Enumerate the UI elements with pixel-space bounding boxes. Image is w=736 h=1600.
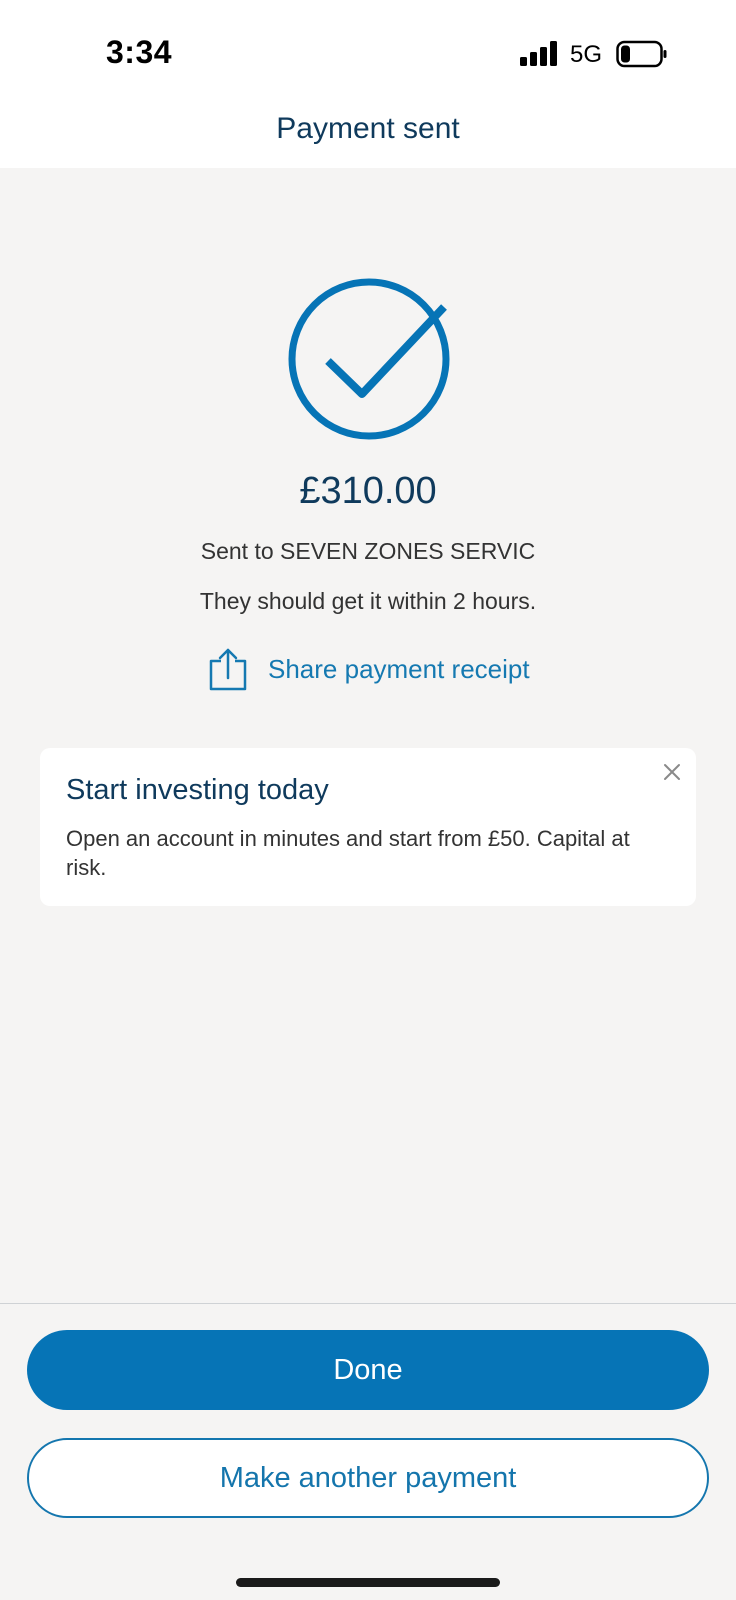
share-receipt-link[interactable]: Share payment receipt — [208, 646, 530, 692]
page-header: Payment sent — [0, 100, 736, 168]
delivery-eta-text: They should get it within 2 hours. — [199, 588, 537, 614]
network-type-label: 5G — [570, 41, 603, 68]
close-icon[interactable] — [658, 758, 686, 786]
share-receipt-label: Share payment receipt — [268, 653, 530, 684]
share-icon — [209, 648, 247, 691]
cellular-signal-icon — [520, 41, 557, 66]
footer-divider — [0, 1303, 736, 1304]
battery-icon — [616, 40, 667, 68]
done-button[interactable]: Done — [27, 1330, 709, 1410]
investing-promo-card[interactable]: Start investing today Open an account in… — [40, 748, 696, 906]
promo-body: Open an account in minutes and start fro… — [66, 826, 630, 880]
make-another-payment-button[interactable]: Make another payment — [27, 1438, 709, 1518]
success-check-icon — [288, 278, 450, 440]
status-bar: 3:34 5G — [0, 0, 736, 100]
status-time: 3:34 — [106, 34, 173, 70]
recipient-text: Sent to SEVEN ZONES SERVIC — [200, 538, 536, 564]
payment-sent-screen: 3:34 5G Payment sent £310.00 Sent to SEV… — [0, 0, 736, 1600]
payment-amount: £310.00 — [299, 470, 437, 512]
home-indicator[interactable] — [236, 1578, 500, 1587]
promo-title: Start investing today — [66, 774, 329, 806]
page-title: Payment sent — [276, 112, 460, 145]
